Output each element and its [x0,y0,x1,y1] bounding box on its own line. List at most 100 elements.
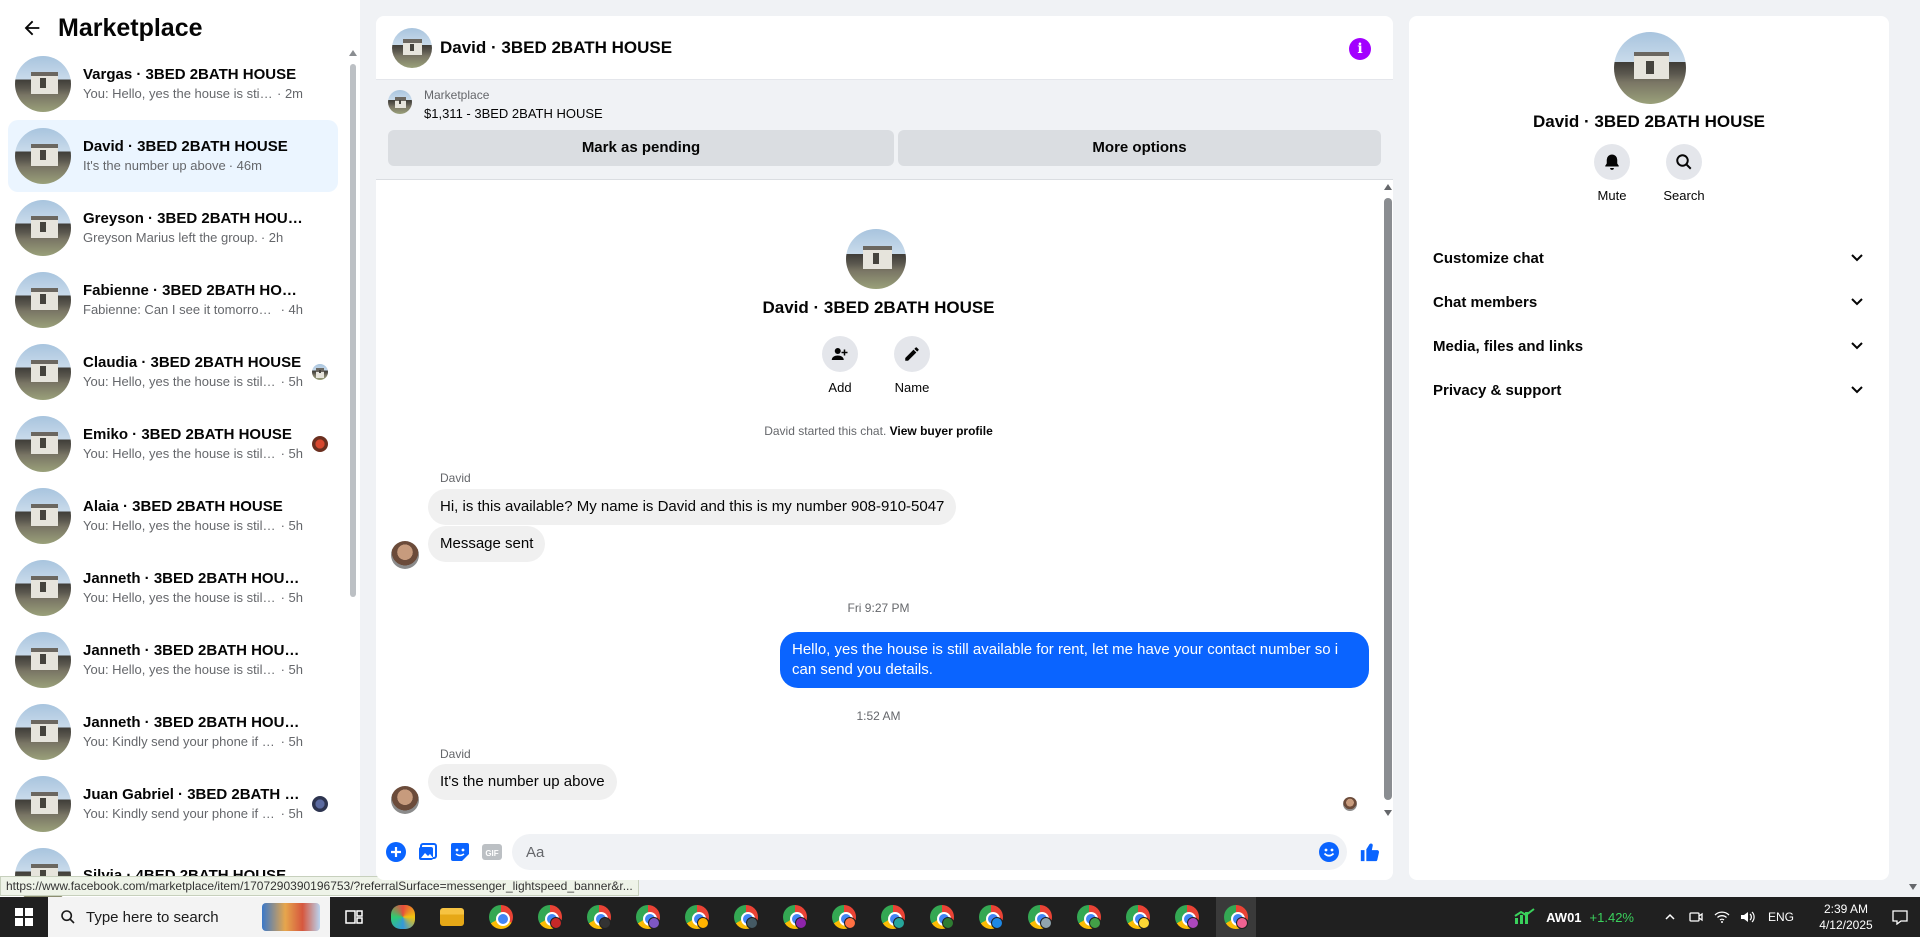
listing-thumbnail[interactable] [388,90,412,114]
wifi-icon[interactable] [1714,909,1730,925]
notifications-icon[interactable] [1892,909,1908,925]
chat-members-section[interactable]: Chat members [1425,280,1873,324]
listing-avatar [15,128,71,184]
sender-avatar[interactable] [391,786,419,814]
conversation-time: · 2h [260,230,284,245]
conversation-name: Fabienne · 3BED 2BATH HOUSE [83,282,303,299]
conversation-item[interactable]: Fabienne · 3BED 2BATH HOUSE Fabienne: Ca… [8,264,338,336]
thread-scrollbar[interactable] [1381,180,1393,820]
chat-avatar[interactable] [392,27,432,68]
conversation-item[interactable]: Claudia · 3BED 2BATH HOUSE You: Hello, y… [8,336,338,408]
incoming-message[interactable]: Hi, is this available? My name is David … [428,489,957,525]
chrome-app-icon[interactable] [481,897,521,937]
conversation-time: · 5h [280,662,303,677]
chrome-profile-icon[interactable] [1069,897,1109,937]
scroll-up-arrow-icon[interactable] [349,50,357,56]
scrollbar-thumb[interactable] [1384,198,1392,800]
clock[interactable]: 2:39 AM 4/12/2025 [1810,901,1882,933]
info-icon[interactable]: i [1349,38,1371,60]
windows-start-icon[interactable] [0,897,48,937]
customize-chat-section[interactable]: Customize chat [1425,236,1873,280]
message-thread: David · 3BED 2BATH HOUSE Add Name David … [376,180,1381,820]
chrome-profile-icon[interactable] [873,897,913,937]
more-options-button[interactable]: More options [898,130,1381,166]
task-view-icon[interactable] [334,897,374,937]
conversation-item[interactable]: Janneth · 3BED 2BATH HOUSE You: Hello, y… [8,552,338,624]
conversation-item[interactable]: Alaia · 3BED 2BATH HOUSE You: Hello, yes… [8,480,338,552]
sender-avatar[interactable] [391,541,419,569]
chrome-profile-icon[interactable] [1020,897,1060,937]
conversation-item-active[interactable]: David · 3BED 2BATH HOUSE It's the number… [8,120,338,192]
chrome-profile-icon-active[interactable] [1216,897,1256,937]
conversation-item[interactable]: Janneth · 3BED 2BATH HOUSE You: Hello, y… [8,624,338,696]
conversation-item[interactable]: Juan Gabriel · 3BED 2BATH H... You: Kind… [8,768,338,840]
chevron-up-icon[interactable] [1662,909,1678,925]
emoji-icon[interactable] [1317,840,1341,864]
file-explorer-icon[interactable] [432,897,472,937]
chrome-profile-icon[interactable] [922,897,962,937]
chrome-profile-icon[interactable] [824,897,864,937]
chat-title[interactable]: David · 3BED 2BATH HOUSE [440,38,672,58]
conversation-preview: You: Hello, yes the house is still avai.… [83,590,278,605]
scroll-up-arrow-icon[interactable] [1384,184,1392,190]
listing-price-title[interactable]: $1,311 - 3BED 2BATH HOUSE [424,106,603,121]
clock-time: 2:39 AM [1823,902,1869,916]
info-avatar[interactable] [1614,32,1686,104]
chrome-profile-icon[interactable] [1118,897,1158,937]
chrome-profile-icon[interactable] [775,897,815,937]
mute-button[interactable]: Mute [1577,144,1647,203]
conversation-preview: You: Hello, yes the house is still avai.… [83,662,278,677]
view-buyer-profile-link[interactable]: View buyer profile [890,424,993,438]
conversation-time: · 5h [280,374,303,389]
stock-symbol[interactable]: AW01 [1546,910,1581,925]
meet-now-icon[interactable] [1688,909,1704,925]
search-in-chat-button[interactable]: Search [1649,144,1719,203]
privacy-support-section[interactable]: Privacy & support [1425,368,1873,412]
conversation-item[interactable]: Janneth · 3BED 2BATH HOUSE You: Kindly s… [8,696,338,768]
back-arrow-icon[interactable] [18,14,46,42]
conversation-name: Janneth · 3BED 2BATH HOUSE [83,714,303,731]
gif-icon[interactable]: GIF [480,840,504,864]
conversation-name: Alaia · 3BED 2BATH HOUSE [83,498,283,515]
conversation-time: · 5h [280,518,303,533]
page-scroll-down-arrow-icon[interactable] [1909,884,1917,890]
media-files-links-section[interactable]: Media, files and links [1425,324,1873,368]
sidebar-scrollbar[interactable] [349,50,357,598]
photo-icon[interactable] [416,840,440,864]
plus-circle-icon[interactable] [384,840,408,864]
stock-change[interactable]: +1.42% [1590,910,1634,925]
conversation-sidebar: Marketplace Vargas · 3BED 2BATH HOUSE Yo… [0,0,360,898]
conversation-name: Janneth · 3BED 2BATH HOUSE [83,570,303,587]
chrome-profile-icon[interactable] [677,897,717,937]
chrome-profile-icon[interactable] [1167,897,1207,937]
chrome-profile-icon[interactable] [579,897,619,937]
scrollbar-thumb[interactable] [350,64,356,597]
message-input[interactable] [512,834,1347,870]
sticker-icon[interactable] [448,840,472,864]
language-indicator[interactable]: ENG [1768,910,1794,924]
chrome-profile-icon[interactable] [971,897,1011,937]
incoming-message[interactable]: It's the number up above [428,764,617,800]
chrome-profile-icon[interactable] [726,897,766,937]
conversation-item[interactable]: Greyson · 3BED 2BATH HOUSE Greyson Mariu… [8,192,338,264]
name-label: Name [894,380,930,395]
taskbar-search-box[interactable]: Type here to search [48,897,330,937]
conversation-item[interactable]: Emiko · 3BED 2BATH HOUSE You: Hello, yes… [8,408,338,480]
mark-as-pending-button[interactable]: Mark as pending [388,130,894,166]
paint-app-icon[interactable] [383,897,423,937]
stock-chart-icon[interactable] [1514,908,1538,926]
thumbs-up-icon[interactable] [1358,840,1382,864]
chrome-profile-icon[interactable] [628,897,668,937]
conversation-time: · 2m [277,86,303,101]
chrome-profile-icon[interactable] [530,897,570,937]
started-text: David started this chat. [764,424,887,438]
conversation-time: · 4h [280,302,303,317]
conversation-item[interactable]: Vargas · 3BED 2BATH HOUSE You: Hello, ye… [8,48,338,120]
volume-icon[interactable] [1740,909,1756,925]
add-people-button[interactable]: Add [810,336,870,395]
section-label: Media, files and links [1433,337,1584,355]
scroll-down-arrow-icon[interactable] [1384,810,1392,816]
incoming-message[interactable]: Message sent [428,526,546,562]
outgoing-message[interactable]: Hello, yes the house is still available … [780,632,1369,688]
edit-name-button[interactable]: Name [882,336,942,395]
